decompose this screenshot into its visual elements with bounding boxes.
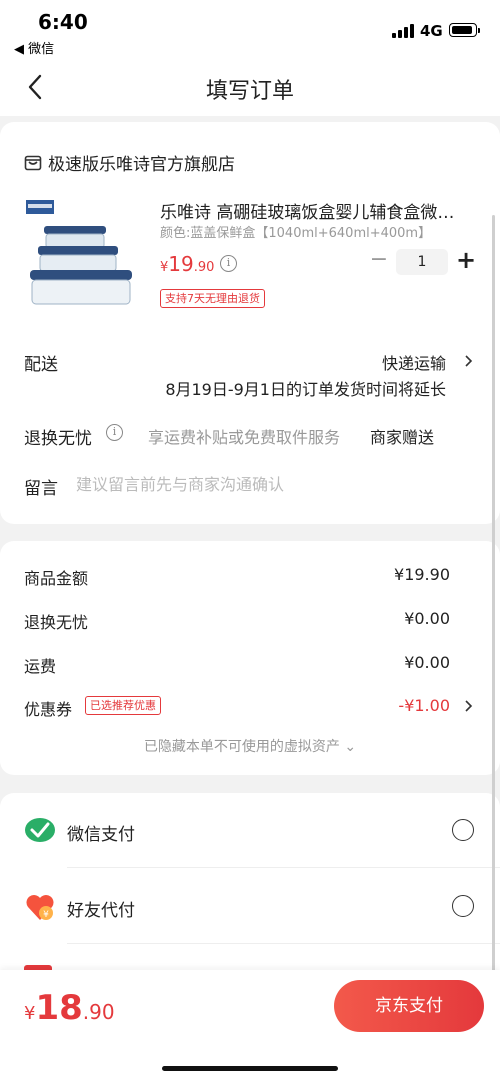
nav-bar: 填写订单 xyxy=(0,60,500,116)
payment-radio[interactable] xyxy=(452,895,474,917)
order-card: 极速版乐唯诗官方旗舰店 乐唯诗 高硼硅玻璃饭盒婴儿辅食盒微… 颜色:蓝盖保鲜盒【… xyxy=(0,122,500,524)
product-image[interactable] xyxy=(24,198,142,310)
page-title: 填写订单 xyxy=(205,79,294,104)
delivery-method[interactable]: 快递运输 xyxy=(382,350,446,374)
payment-radio[interactable] xyxy=(452,819,474,841)
total-integer: 18 xyxy=(35,988,83,1028)
total-decimal: .90 xyxy=(82,1000,115,1024)
delivery-note: 8月19日-9月1日的订单发货时间将延长 xyxy=(165,380,446,399)
price-summary-card: 商品金额 ¥19.90 退换无忧 ¥0.00 运费 ¥0.00 优惠券 已选推荐… xyxy=(0,541,500,775)
payment-option-wechat[interactable]: 微信支付 xyxy=(0,793,500,869)
home-indicator[interactable] xyxy=(162,1066,338,1071)
message-label: 留言 xyxy=(24,479,58,499)
coupon-value[interactable]: -¥1.00 xyxy=(398,696,450,715)
payment-method-card: 微信支付 ¥ 好友代付 xyxy=(0,793,500,973)
payment-option-label: 微信支付 xyxy=(67,825,135,845)
total-price: ¥18.90 xyxy=(24,988,115,1028)
delivery-label: 配送 xyxy=(24,355,58,375)
shipping-value: ¥0.00 xyxy=(404,653,450,672)
price-info-icon[interactable]: i xyxy=(220,255,237,272)
network-type: 4G xyxy=(420,22,443,40)
payment-option-label: 好友代付 xyxy=(67,901,135,921)
payment-option-friend[interactable]: ¥ 好友代付 xyxy=(0,869,500,945)
product-spec[interactable]: 颜色:蓝盖保鲜盒【1040ml+640ml+400m】 xyxy=(160,222,431,241)
store-header[interactable]: 极速版乐唯诗官方旗舰店 xyxy=(24,150,235,175)
divider xyxy=(67,943,500,944)
goods-amount-label: 商品金额 xyxy=(24,569,89,588)
product-price: ¥19.90 xyxy=(160,252,214,276)
chevron-right-icon[interactable] xyxy=(462,700,474,712)
price-decimal: .90 xyxy=(193,260,215,275)
quantity-increase-button[interactable]: + xyxy=(454,248,478,272)
wechat-pay-icon xyxy=(25,818,55,842)
coupon-label[interactable]: 优惠券 xyxy=(24,696,72,720)
service-fee-value: ¥0.00 xyxy=(404,609,450,628)
coupon-tag: 已选推荐优惠 xyxy=(85,696,161,715)
shipping-label: 运费 xyxy=(24,657,57,676)
status-bar: 6:40 ◀ 微信 4G xyxy=(0,0,500,60)
quantity-value[interactable]: 1 xyxy=(396,249,448,275)
price-integer: 19 xyxy=(168,252,194,276)
friend-pay-icon: ¥ xyxy=(26,895,54,920)
bottom-bar: ¥18.90 京东支付 xyxy=(0,970,500,1082)
return-policy-badge: 支持7天无理由退货 xyxy=(160,289,265,308)
scrollbar[interactable] xyxy=(492,215,495,975)
hidden-assets-toggle[interactable]: 已隐藏本单不可使用的虚拟资产 ⌄ xyxy=(0,736,500,756)
service-fee-label: 退换无忧 xyxy=(24,613,89,632)
store-icon xyxy=(24,155,42,170)
chevron-right-icon[interactable] xyxy=(462,355,474,367)
signal-icon xyxy=(392,24,414,38)
service-label: 退换无忧 xyxy=(24,429,92,449)
message-input[interactable] xyxy=(76,472,466,496)
quantity-decrease-button[interactable]: − xyxy=(368,249,390,272)
battery-icon xyxy=(449,23,480,37)
back-to-app-link[interactable]: ◀ 微信 xyxy=(14,38,54,57)
service-description: 享运费补贴或免费取件服务 xyxy=(148,428,341,447)
product-title[interactable]: 乐唯诗 高硼硅玻璃饭盒婴儿辅食盒微… xyxy=(160,198,468,223)
goods-amount-value: ¥19.90 xyxy=(394,565,450,584)
service-info-icon[interactable]: i xyxy=(106,424,123,441)
service-value: 商家赠送 xyxy=(370,428,435,447)
svg-text:¥: ¥ xyxy=(43,910,49,920)
store-name: 极速版乐唯诗官方旗舰店 xyxy=(48,155,235,175)
status-time: 6:40 xyxy=(38,10,88,34)
divider xyxy=(67,867,500,868)
total-symbol: ¥ xyxy=(24,1003,36,1024)
submit-payment-button[interactable]: 京东支付 xyxy=(334,980,484,1032)
